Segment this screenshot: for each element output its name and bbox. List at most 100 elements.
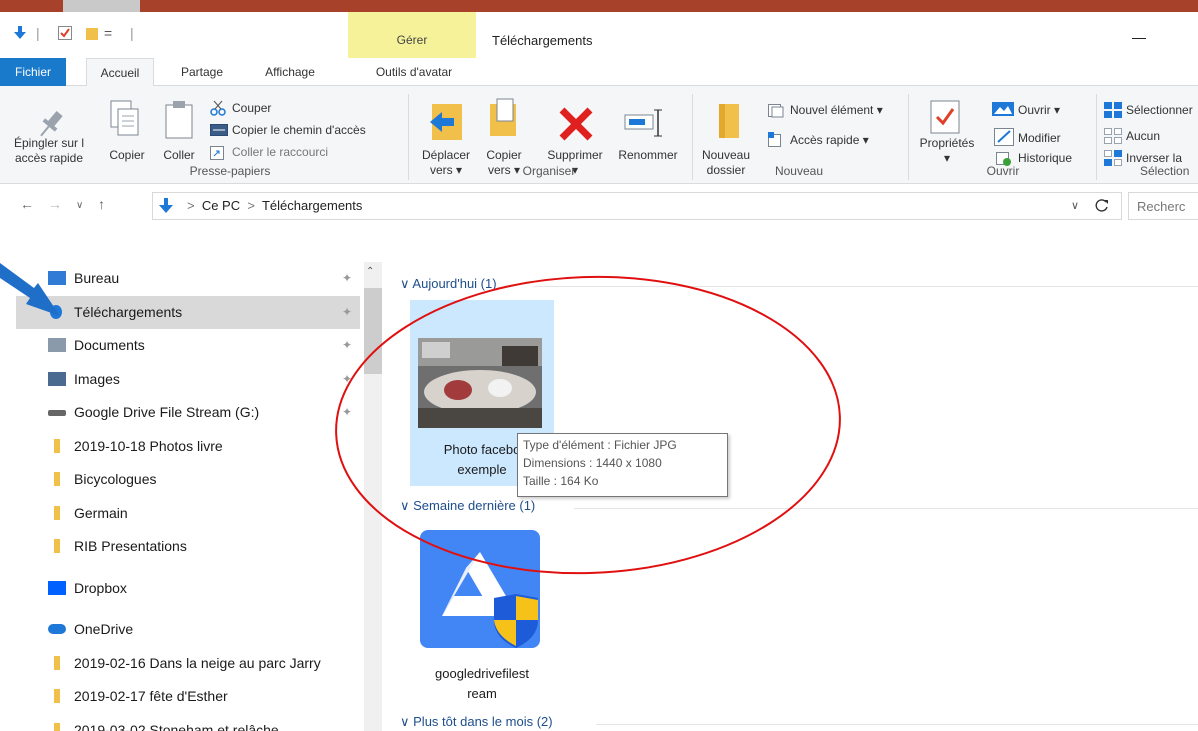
sidebar-item-label: Germain [74, 505, 128, 521]
sidebar-item-google-drive-file-stream-g[interactable]: Google Drive File Stream (G:) ✦ [16, 396, 360, 429]
paste-shortcut-icon[interactable] [210, 146, 224, 160]
sidebar-item-dropbox[interactable]: Dropbox [16, 572, 360, 605]
sidebar-item-2019-10-18-photos-livre[interactable]: 2019-10-18 Photos livre [16, 430, 360, 463]
tab-outils-avatar[interactable]: Outils d'avatar [350, 58, 478, 86]
pin-icon[interactable]: ✦ [342, 405, 352, 419]
pin-icon[interactable]: ✦ [342, 338, 352, 352]
group-label-ouvrir: Ouvrir [986, 164, 1020, 178]
easy-access-icon[interactable] [768, 132, 782, 148]
group-separator [1096, 94, 1097, 180]
scissors-icon[interactable] [210, 100, 226, 116]
group-divider [534, 286, 1198, 287]
download-arrow-icon[interactable] [14, 26, 26, 40]
rename-button[interactable]: Renommer [610, 148, 686, 163]
minimize-icon[interactable] [1132, 38, 1146, 39]
recent-locations-chevron-icon[interactable]: ∨ [76, 200, 83, 211]
cut-button[interactable]: Couper [232, 100, 271, 116]
rename-icon[interactable] [624, 108, 664, 138]
pin-icon[interactable]: ✦ [342, 372, 352, 386]
copy-to-icon[interactable] [488, 98, 518, 138]
chevron-down-icon: ∨ [400, 276, 410, 291]
folder-icon [54, 723, 60, 731]
paste-shortcut-button[interactable]: Coller le raccourci [232, 144, 328, 160]
pin-icon[interactable]: ✦ [342, 305, 352, 319]
group-divider [596, 724, 1198, 725]
paste-icon[interactable] [164, 100, 194, 140]
back-arrow-icon[interactable]: ← [20, 196, 34, 212]
select-all-button[interactable]: Sélectionner [1126, 102, 1193, 118]
tab-partage[interactable]: Partage [166, 58, 238, 86]
pin-quick-access-button[interactable]: Épingler sur l accès rapide [0, 136, 98, 166]
group-header-earlier-month[interactable]: ∨ Plus tôt dans le mois (2) [400, 714, 553, 730]
group-header-last-week-label: Semaine dernière (1) [413, 498, 536, 513]
new-item-button[interactable]: Nouvel élément ▾ [790, 102, 883, 118]
sidebar-item-2019-02-16-dans-la-neige-au-parc-jarry[interactable]: 2019-02-16 Dans la neige au parc Jarry [16, 647, 360, 680]
properties-check-icon[interactable] [58, 26, 72, 40]
copy-icon[interactable] [110, 100, 140, 138]
breadcrumb-telechargements[interactable]: Téléchargements [262, 198, 362, 213]
delete-x-icon[interactable] [558, 106, 594, 142]
move-to-icon[interactable] [428, 102, 464, 142]
easy-access-button[interactable]: Accès rapide ▾ [790, 132, 869, 148]
select-all-icon[interactable] [1104, 102, 1122, 118]
sidebar-item-2019-02-17-f-te-d-esther[interactable]: 2019-02-17 fête d'Esther [16, 680, 360, 713]
sidebar-item-onedrive[interactable]: OneDrive [16, 613, 360, 646]
nav-scrollbar-thumb[interactable] [364, 288, 382, 374]
address-bar[interactable]: > Ce PC > Téléchargements ∨ [152, 192, 1122, 220]
properties-icon[interactable] [930, 100, 960, 134]
scroll-up-arrow-icon[interactable]: ⌃ [366, 266, 374, 277]
copy-button[interactable]: Copier [104, 148, 150, 163]
sidebar-item-documents[interactable]: Documents ✦ [16, 329, 360, 362]
sidebar-item-bureau[interactable]: Bureau ✦ [16, 262, 360, 295]
sidebar-item-label: 2019-03-02 Stoneham et relâche [74, 722, 279, 731]
search-box[interactable] [1128, 192, 1198, 220]
up-arrow-icon[interactable]: ↑ [98, 196, 105, 212]
group-separator [408, 94, 409, 180]
copy-path-icon[interactable] [210, 124, 228, 136]
forward-arrow-icon[interactable]: → [48, 196, 62, 212]
window-title: Téléchargements [492, 33, 593, 48]
file-list-pane: ∨ Aujourd'hui (1) Photo facebo exemple ∨… [384, 262, 1198, 731]
invert-selection-icon[interactable] [1104, 150, 1122, 166]
select-none-icon[interactable] [1104, 128, 1122, 144]
group-separator [692, 94, 693, 180]
manage-context-header: Gérer [348, 12, 476, 58]
tab-accueil[interactable]: Accueil [86, 58, 154, 87]
sidebar-item-rib-presentations[interactable]: RIB Presentations [16, 530, 360, 563]
search-input[interactable] [1137, 194, 1198, 218]
chevron-down-icon: ∨ [400, 714, 410, 729]
dropbox-icon [48, 581, 66, 595]
breadcrumb-ce-pc[interactable]: Ce PC [202, 198, 240, 213]
group-header-today[interactable]: ∨ Aujourd'hui (1) [400, 276, 497, 292]
pin-icon[interactable]: ✦ [342, 271, 352, 285]
properties-button[interactable]: Propriétés ▾ [912, 136, 982, 166]
tab-affichage[interactable]: Affichage [250, 58, 330, 86]
copy-path-button[interactable]: Copier le chemin d'accès [232, 122, 366, 138]
open-icon[interactable] [992, 102, 1014, 116]
refresh-icon[interactable] [1095, 199, 1109, 213]
new-folder-label-1: Nouveau [701, 148, 751, 162]
chevron-down-icon: ∨ [400, 498, 410, 513]
sidebar-item-germain[interactable]: Germain [16, 497, 360, 530]
open-button[interactable]: Ouvrir ▾ [1018, 102, 1060, 118]
file-tile-googledrivefilestream[interactable]: googledrivefilest ream [410, 524, 554, 714]
edit-icon[interactable] [994, 128, 1014, 146]
edit-button[interactable]: Modifier [1018, 130, 1061, 146]
new-item-icon[interactable] [768, 104, 784, 118]
qa-dropdown-icon[interactable]: = [104, 23, 112, 43]
address-dropdown-chevron-icon[interactable]: ∨ [1071, 199, 1079, 212]
sidebar-item-t-l-chargements[interactable]: Téléchargements ✦ [16, 296, 360, 329]
sidebar-item-label: OneDrive [74, 621, 134, 637]
pin-label-1: Épingler sur l [13, 136, 85, 150]
sidebar-item-images[interactable]: Images ✦ [16, 363, 360, 396]
group-header-last-week[interactable]: ∨ Semaine dernière (1) [400, 498, 535, 514]
new-folder-icon[interactable] [718, 102, 740, 140]
sidebar-item-2019-03-02-stoneham-et-rel-che[interactable]: 2019-03-02 Stoneham et relâche [16, 714, 360, 731]
tab-fichier[interactable]: Fichier [0, 58, 66, 86]
sidebar-item-bicycologues[interactable]: Bicycologues [16, 463, 360, 496]
onedrive-icon [48, 624, 66, 634]
select-none-button[interactable]: Aucun [1126, 128, 1160, 144]
paste-button[interactable]: Coller [156, 148, 202, 163]
new-folder-qa-icon[interactable] [86, 26, 98, 40]
navigation-pane: Bureau ✦ Téléchargements ✦ Documents ✦ Images ✦… [0, 262, 384, 731]
